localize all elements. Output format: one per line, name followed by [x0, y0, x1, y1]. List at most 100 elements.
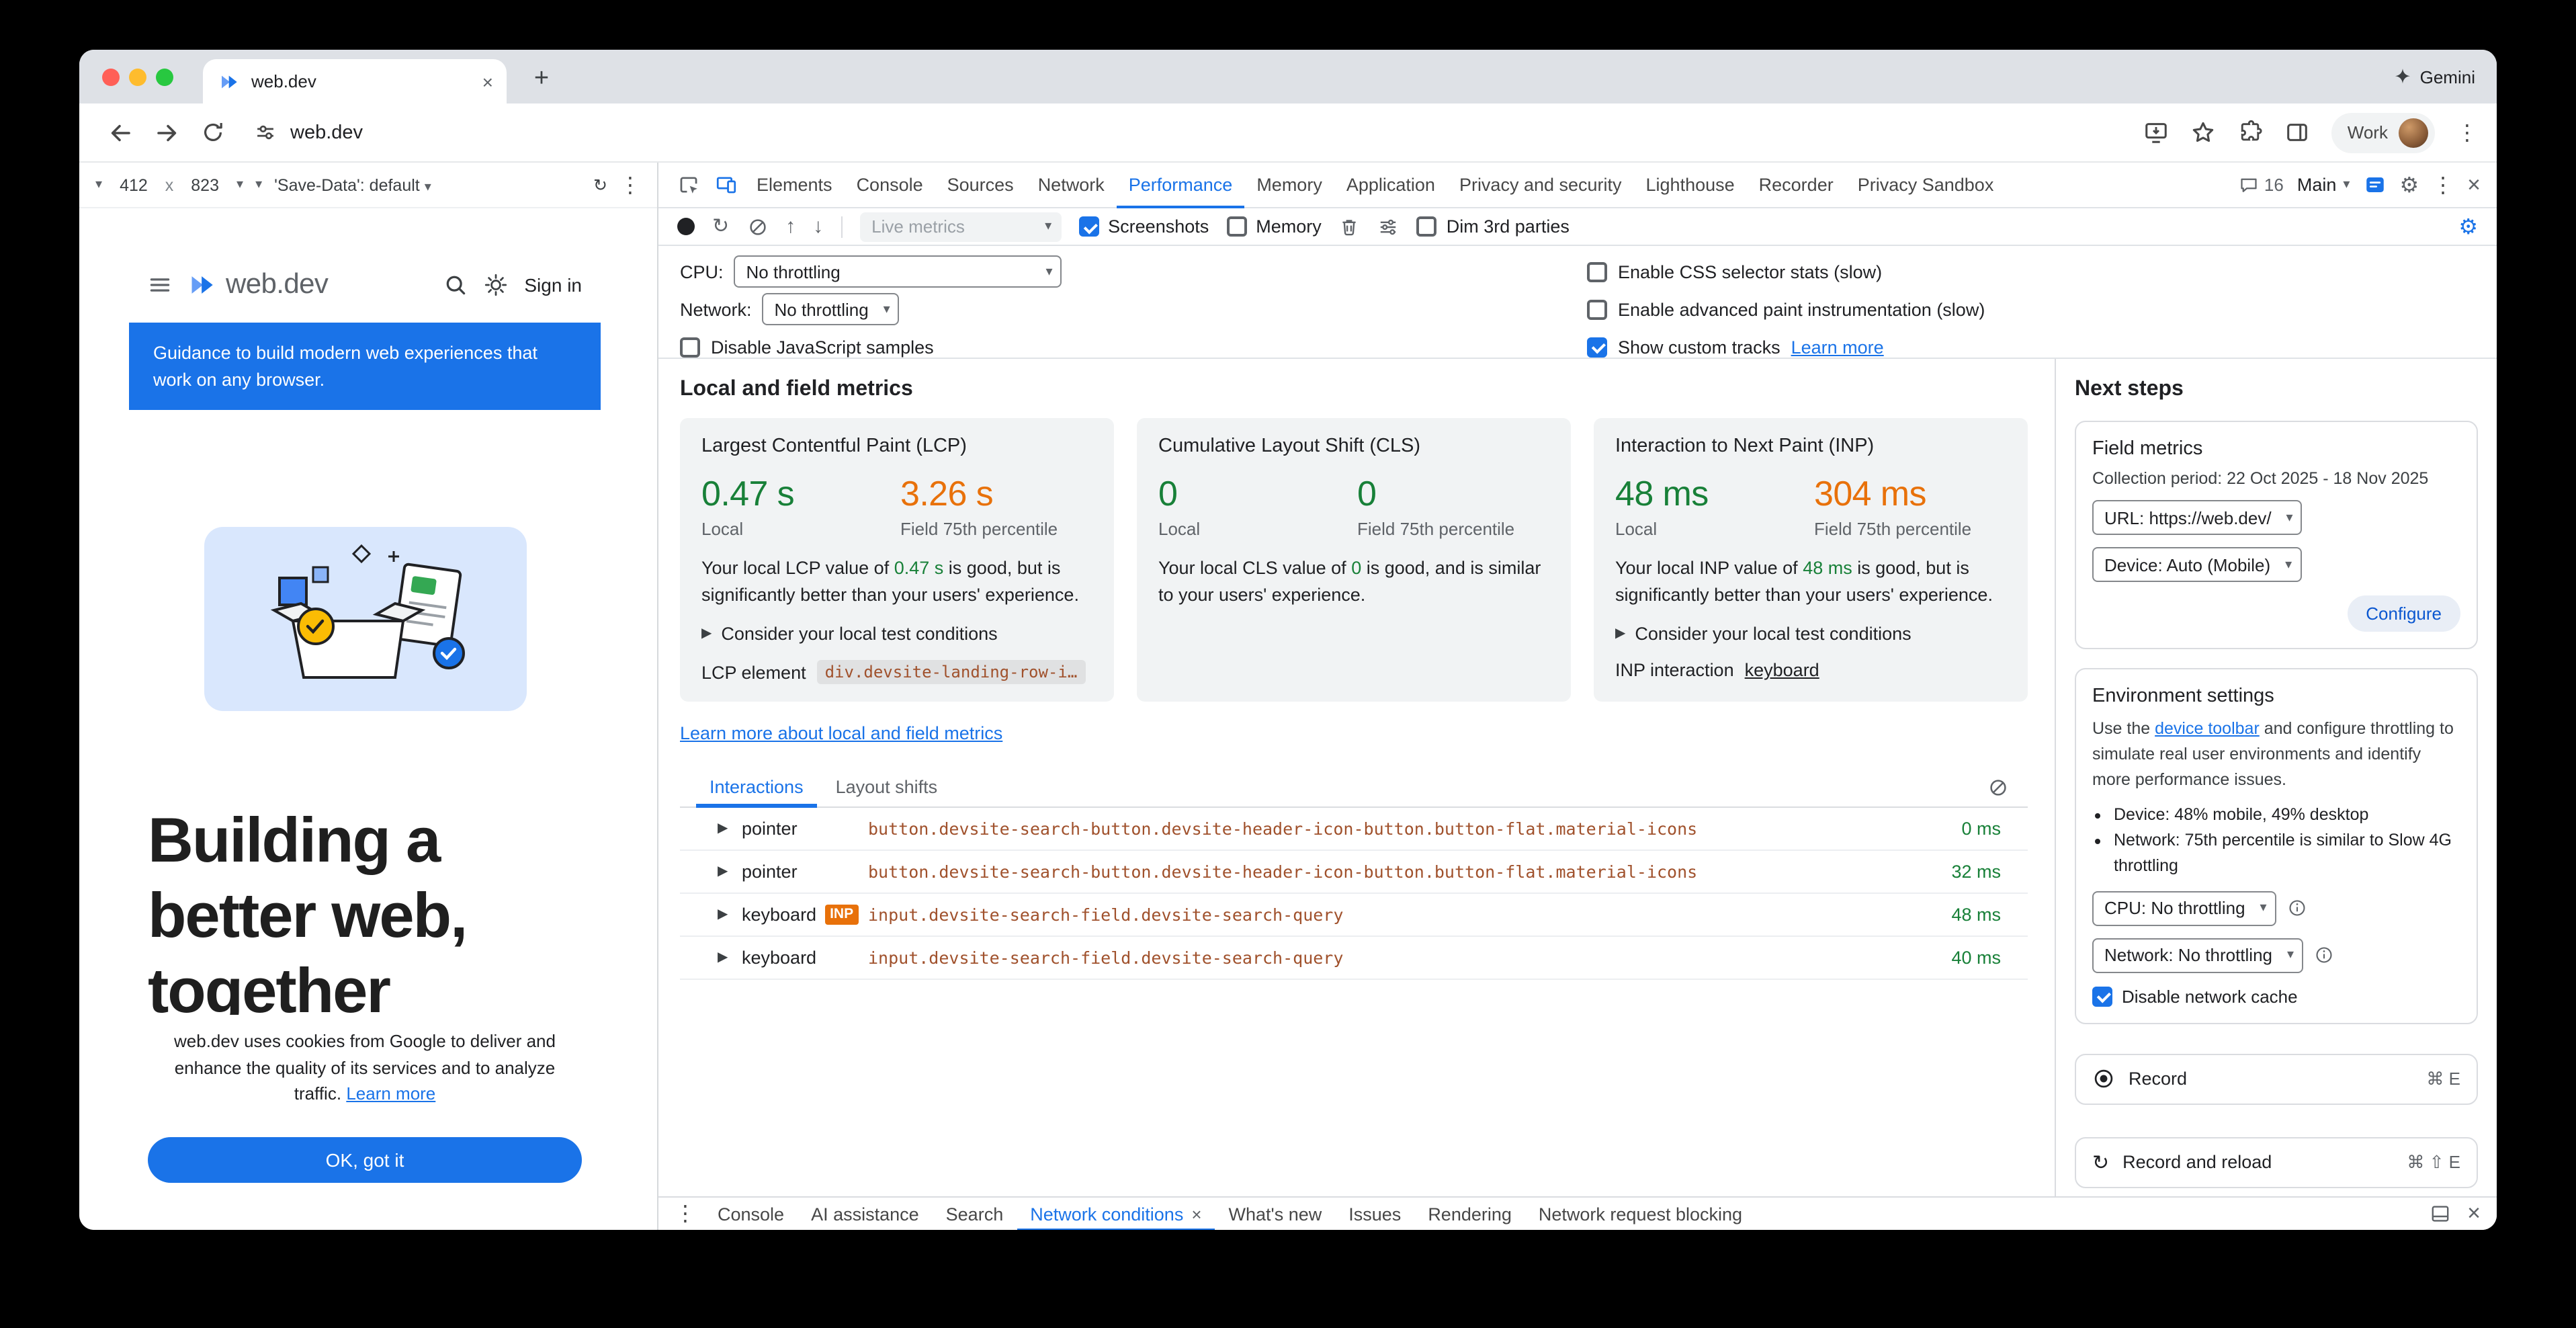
show-custom-tracks-checkbox[interactable]: Show custom tracks Learn more — [1587, 331, 1985, 363]
tab-lighthouse[interactable]: Lighthouse — [1634, 162, 1747, 208]
field-url-select[interactable]: URL: https://web.dev/▾ — [2092, 500, 2303, 535]
site-logo[interactable]: web.dev — [188, 269, 328, 301]
checkbox-checked-icon[interactable] — [1587, 337, 1607, 357]
interaction-node-link[interactable]: input.devsite-search-field.devsite-searc… — [868, 948, 1904, 968]
interaction-row[interactable]: ▶ pointer button.devsite-search-button.d… — [680, 808, 2028, 851]
save-profile-icon[interactable]: ↓ — [813, 216, 823, 237]
drawer-tab-close-icon[interactable]: × — [1191, 1204, 1201, 1224]
browser-tab[interactable]: web.dev × — [203, 59, 507, 103]
drawer-layout-icon[interactable] — [2430, 1203, 2451, 1225]
perf-tune-icon[interactable] — [1378, 216, 1400, 237]
interaction-row[interactable]: ▶ keyboard input.devsite-search-field.de… — [680, 937, 2028, 980]
memory-checkbox[interactable]: Memory — [1226, 216, 1322, 237]
inp-test-conditions-expander[interactable]: ▶ Consider your local test conditions — [1615, 624, 2006, 644]
row-expand-icon[interactable]: ▶ — [718, 907, 742, 922]
row-expand-icon[interactable]: ▶ — [718, 950, 742, 965]
drawer-close-icon[interactable]: × — [2467, 1200, 2481, 1227]
drawer-tab-console[interactable]: Console — [704, 1197, 798, 1230]
clear-icon[interactable] — [746, 216, 768, 237]
network-throttling-select[interactable]: No throttling▾ — [763, 293, 900, 325]
drawer-menu-icon[interactable]: ⋮ — [675, 1200, 696, 1227]
checkbox-unchecked-icon[interactable] — [1587, 261, 1607, 282]
tab-elements[interactable]: Elements — [744, 162, 845, 208]
device-toolbar-toggle-icon[interactable] — [707, 167, 744, 202]
url-text[interactable]: web.dev — [290, 122, 363, 143]
interaction-node-link[interactable]: button.devsite-search-button.devsite-hea… — [868, 819, 1904, 839]
configure-button[interactable]: Configure — [2347, 595, 2460, 632]
viewport-width-input[interactable]: 412 — [114, 174, 153, 196]
metrics-learn-more-link[interactable]: Learn more about local and field metrics — [680, 723, 1002, 743]
extensions-icon[interactable] — [2237, 120, 2263, 145]
forward-button[interactable] — [144, 110, 189, 155]
network-info-icon[interactable] — [2314, 945, 2334, 965]
feedback-icon[interactable] — [2363, 173, 2386, 196]
zoom-select-icon[interactable]: ▾ — [237, 177, 243, 192]
tab-interactions[interactable]: Interactions — [696, 767, 817, 807]
close-window-button[interactable] — [102, 69, 120, 86]
tab-application[interactable]: Application — [1334, 162, 1447, 208]
interaction-node-link[interactable]: button.devsite-search-button.devsite-hea… — [868, 862, 1904, 882]
drawer-tab-search[interactable]: Search — [933, 1197, 1017, 1230]
device-toolbar-link[interactable]: device toolbar — [2155, 719, 2260, 738]
gemini-badge[interactable]: Gemini — [2393, 50, 2475, 103]
omnibox[interactable]: web.dev — [254, 121, 363, 144]
cookie-accept-button[interactable]: OK, got it — [148, 1137, 582, 1183]
theme-toggle-icon[interactable] — [484, 273, 508, 297]
devtools-settings-icon[interactable]: ⚙ — [2399, 171, 2419, 198]
tab-privacy-sandbox[interactable]: Privacy Sandbox — [1846, 162, 2006, 208]
browser-menu-icon[interactable]: ⋮ — [2456, 119, 2478, 146]
side-panel-icon[interactable] — [2284, 120, 2310, 145]
env-network-select[interactable]: Network: No throttling▾ — [2092, 938, 2303, 972]
bookmark-star-icon[interactable] — [2190, 120, 2216, 145]
disable-network-cache-checkbox[interactable]: Disable network cache — [2092, 986, 2460, 1006]
record-and-reload-icon[interactable]: ↻ — [712, 216, 729, 237]
install-pwa-icon[interactable] — [2143, 120, 2169, 145]
field-device-select[interactable]: Device: Auto (Mobile)▾ — [2092, 547, 2301, 582]
checkbox-unchecked-icon[interactable] — [1587, 299, 1607, 319]
tab-network[interactable]: Network — [1026, 162, 1117, 208]
site-settings-icon[interactable] — [254, 121, 277, 144]
profile-chip[interactable]: Work — [2331, 112, 2435, 153]
drawer-tab-rendering[interactable]: Rendering — [1414, 1197, 1525, 1230]
interaction-row[interactable]: ▶ keyboardINP input.devsite-search-field… — [680, 894, 2028, 937]
throttling-select-icon[interactable]: ▾ — [255, 177, 262, 192]
minimize-window-button[interactable] — [129, 69, 146, 86]
tab-layout-shifts[interactable]: Layout shifts — [822, 767, 951, 807]
tab-performance[interactable]: Performance — [1117, 162, 1245, 208]
tab-privacy-and-security[interactable]: Privacy and security — [1447, 162, 1634, 208]
viewport-height-input[interactable]: 823 — [185, 174, 224, 196]
dim-3rd-parties-checkbox[interactable]: Dim 3rd parties — [1417, 216, 1570, 237]
screenshots-checkbox[interactable]: Screenshots — [1078, 216, 1209, 237]
lcp-element-node-link[interactable]: div.devsite-landing-row-item-d… — [817, 660, 1086, 684]
row-expand-icon[interactable]: ▶ — [718, 821, 742, 836]
record-and-reload-button[interactable]: ↻ Record and reload ⌘ ⇧ E — [2075, 1136, 2478, 1188]
lcp-test-conditions-expander[interactable]: ▶ Consider your local test conditions — [701, 624, 1092, 644]
drawer-tab-network-request-blocking[interactable]: Network request blocking — [1525, 1197, 1756, 1230]
back-button[interactable] — [98, 110, 144, 155]
device-type-select-icon[interactable]: ▾ — [95, 177, 102, 192]
reload-button[interactable] — [189, 110, 235, 155]
env-cpu-select[interactable]: CPU: No throttling▾ — [2092, 890, 2276, 925]
sign-in-link[interactable]: Sign in — [524, 274, 582, 296]
inp-interaction-link[interactable]: keyboard — [1745, 660, 1819, 680]
execution-context-select[interactable]: Main▾ — [2297, 175, 2350, 195]
devtools-menu-icon[interactable]: ⋮ — [2432, 171, 2454, 198]
drawer-tab-issues[interactable]: Issues — [1335, 1197, 1414, 1230]
cookie-learn-more-link[interactable]: Learn more — [346, 1083, 435, 1104]
disable-js-samples-checkbox[interactable]: Disable JavaScript samples — [680, 331, 1062, 363]
checkbox-checked-icon[interactable] — [1078, 216, 1099, 237]
load-profile-icon[interactable]: ↑ — [785, 216, 796, 237]
capture-settings-gear-icon[interactable]: ⚙ — [2458, 213, 2478, 240]
maximize-window-button[interactable] — [156, 69, 173, 86]
custom-tracks-learn-more-link[interactable]: Learn more — [1791, 337, 1884, 357]
tab-memory[interactable]: Memory — [1244, 162, 1334, 208]
console-message-count[interactable]: 16 — [2239, 175, 2284, 195]
interaction-row[interactable]: ▶ pointer button.devsite-search-button.d… — [680, 851, 2028, 894]
tab-close-icon[interactable]: × — [482, 72, 493, 91]
checkbox-unchecked-icon[interactable] — [1226, 216, 1246, 237]
drawer-tab-ai-assistance[interactable]: AI assistance — [798, 1197, 933, 1230]
cpu-info-icon[interactable] — [2287, 898, 2307, 918]
tab-sources[interactable]: Sources — [935, 162, 1026, 208]
tab-recorder[interactable]: Recorder — [1747, 162, 1846, 208]
devtools-close-icon[interactable]: × — [2467, 171, 2481, 198]
